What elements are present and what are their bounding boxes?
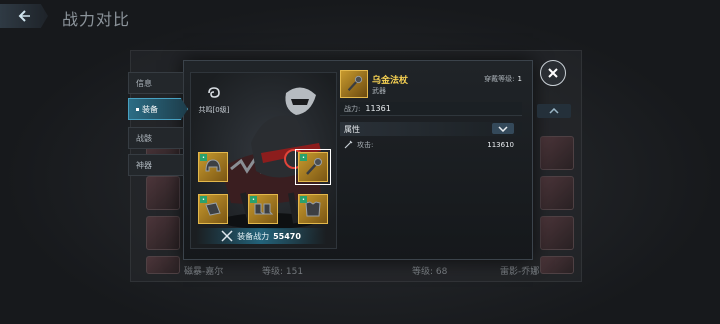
- attribute-row-attack: 攻击: 113610: [340, 138, 522, 151]
- bg-portrait: [540, 216, 574, 250]
- bg-portrait: [540, 256, 574, 274]
- close-icon: [548, 68, 558, 78]
- bg-left-name: 磁暴-嘉尔: [184, 267, 224, 277]
- bg-portrait: [146, 176, 180, 210]
- bg-portrait: [540, 136, 574, 170]
- tab-info[interactable]: 信息: [128, 72, 184, 94]
- equip-power-value: 55470: [273, 231, 301, 241]
- equip-slot-armor[interactable]: •: [298, 194, 328, 224]
- combat-label: 战力:: [344, 104, 361, 113]
- active-dot: [136, 107, 139, 111]
- item-name: 乌金法杖: [372, 76, 409, 86]
- equip-power-label: 装备战力: [237, 231, 270, 241]
- tab-equipment[interactable]: 装备: [128, 98, 188, 120]
- equip-slot-helmet[interactable]: •: [198, 152, 228, 182]
- quality-tag: •: [200, 154, 207, 161]
- quality-tag: •: [200, 196, 207, 203]
- quality-tag: •: [300, 154, 307, 161]
- sword-icon: [344, 140, 353, 149]
- attribute-header-label: 属性: [344, 124, 360, 134]
- attribute-header: 属性: [340, 122, 522, 136]
- chevron-up-icon: [549, 108, 559, 114]
- staff-icon: [347, 75, 363, 92]
- quality-tag: •: [300, 196, 307, 203]
- wear-level: 穿戴等级: 1: [484, 74, 522, 84]
- resonance-label: 共鸣[0级]: [198, 106, 230, 114]
- quality-tag: •: [250, 196, 257, 203]
- attribute-name: 攻击:: [357, 140, 374, 149]
- wear-level-label: 穿戴等级:: [484, 75, 515, 83]
- tab-label: 信息: [136, 78, 152, 88]
- equip-slot-weapon[interactable]: •: [295, 149, 331, 185]
- wear-level-value: 1: [517, 75, 522, 83]
- swirl-icon: [208, 87, 220, 98]
- combat-value: 11361: [365, 104, 391, 113]
- bg-left-level: 等级: 151: [262, 267, 304, 277]
- back-arrow-icon: [18, 10, 30, 22]
- item-combat-row: 战力: 11361: [340, 102, 522, 116]
- equip-power-bar: 装备战力 55470: [196, 228, 326, 244]
- equip-slot-gloves[interactable]: •: [198, 194, 228, 224]
- tab-artifact[interactable]: 神器: [128, 154, 184, 176]
- bg-portrait: [540, 176, 574, 210]
- chevron-down-icon: [498, 125, 508, 132]
- attribute-expand-button[interactable]: [492, 123, 514, 134]
- close-button[interactable]: [540, 60, 566, 86]
- bg-right-name: 雷影-乔娜: [500, 267, 540, 277]
- scroll-up-button[interactable]: [537, 104, 571, 118]
- crossed-swords-icon: [221, 230, 233, 242]
- resonance-indicator[interactable]: 共鸣[0级]: [195, 85, 233, 115]
- tab-label: 战骸: [136, 133, 152, 143]
- item-type: 武器: [372, 87, 386, 95]
- bg-portrait: [146, 256, 180, 274]
- tab-label: 装备: [142, 104, 158, 114]
- page-title: 战力对比: [62, 10, 131, 29]
- tab-battle-remains[interactable]: 战骸: [128, 127, 184, 149]
- tab-label: 神器: [136, 160, 152, 170]
- bg-mid-level: 等级: 68: [412, 267, 448, 277]
- item-icon: [340, 70, 368, 98]
- bg-portrait: [146, 216, 180, 250]
- equip-slot-boots[interactable]: •: [248, 194, 278, 224]
- attribute-value: 113610: [487, 140, 514, 149]
- back-button[interactable]: [0, 4, 48, 28]
